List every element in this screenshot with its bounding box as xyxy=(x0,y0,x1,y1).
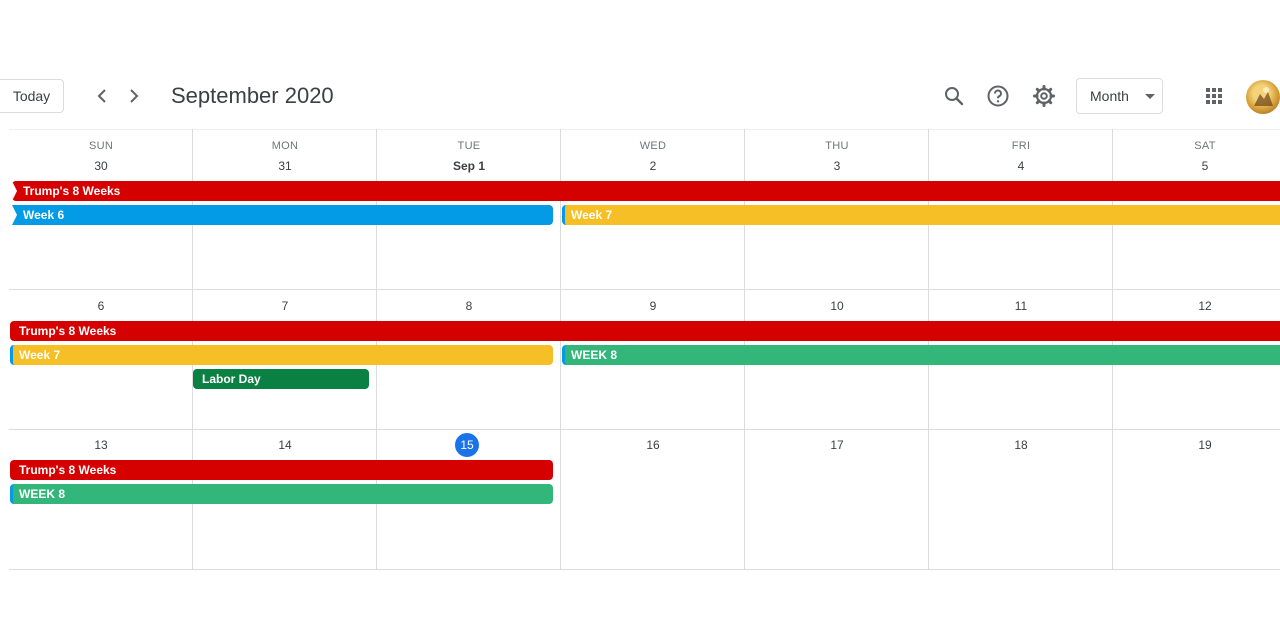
view-selector[interactable]: Month xyxy=(1076,78,1163,114)
day-number[interactable]: 4 xyxy=(929,158,1113,174)
month-title: September 2020 xyxy=(171,83,334,108)
gear-icon xyxy=(1033,85,1055,107)
day-number[interactable]: 12 xyxy=(1113,298,1280,314)
day-number[interactable]: 30 xyxy=(9,158,193,174)
event-chip[interactable]: Labor Day xyxy=(193,369,369,389)
day-number[interactable]: 9 xyxy=(561,298,745,314)
day-number[interactable]: 6 xyxy=(9,298,193,314)
day-number[interactable]: 7 xyxy=(193,298,377,314)
event-chip[interactable]: Trump's 8 Weeks xyxy=(10,460,553,480)
chevron-left-icon xyxy=(97,89,106,103)
day-number[interactable]: 18 xyxy=(929,437,1113,453)
help-icon xyxy=(987,85,1009,107)
next-month-button[interactable] xyxy=(122,84,146,108)
today-button[interactable]: Today xyxy=(0,79,64,113)
today-marker[interactable]: 15 xyxy=(455,433,479,457)
day-number[interactable]: 31 xyxy=(193,158,377,174)
avatar-image xyxy=(1254,87,1273,106)
chevron-right-icon xyxy=(130,89,139,103)
weekday-header: THU xyxy=(825,140,849,152)
weekday-header: WED xyxy=(639,140,667,152)
day-number[interactable]: 10 xyxy=(745,298,929,314)
previous-month-button[interactable] xyxy=(90,84,114,108)
account-avatar[interactable] xyxy=(1246,80,1280,114)
day-number[interactable]: 14 xyxy=(193,437,377,453)
day-number[interactable]: 5 xyxy=(1113,158,1280,174)
day-number[interactable]: 19 xyxy=(1113,437,1280,453)
weekday-header: FRI xyxy=(1011,140,1031,152)
calendar-toolbar: Today September 2020 Month xyxy=(0,0,1280,128)
month-grid: SUN MON TUE WED THU FRI SAT 30 31 Sep 1 … xyxy=(9,129,1280,570)
weekday-header: SAT xyxy=(1194,140,1216,152)
event-chip[interactable]: WEEK 8 xyxy=(562,345,1280,365)
event-chip[interactable]: Week 7 xyxy=(10,345,553,365)
event-chip[interactable]: Week 6 xyxy=(12,205,553,225)
caret-down-icon xyxy=(1145,94,1155,99)
help-button[interactable] xyxy=(982,80,1014,112)
event-chip[interactable]: Trump's 8 Weeks xyxy=(10,321,1280,341)
search-button[interactable] xyxy=(938,80,970,112)
day-number[interactable]: 8 xyxy=(377,298,561,314)
day-number[interactable]: 13 xyxy=(9,437,193,453)
settings-button[interactable] xyxy=(1028,80,1060,112)
weekday-header: MON xyxy=(271,140,299,152)
apps-grid-icon xyxy=(1206,88,1222,104)
view-selector-label: Month xyxy=(1090,88,1129,104)
apps-button[interactable] xyxy=(1198,80,1230,112)
day-number[interactable]: 16 xyxy=(561,437,745,453)
day-number[interactable]: 17 xyxy=(745,437,929,453)
weekday-header: SUN xyxy=(88,140,114,152)
weekday-header: TUE xyxy=(457,140,481,152)
search-icon xyxy=(945,87,964,106)
event-chip[interactable]: Week 7 xyxy=(562,205,1280,225)
day-number[interactable]: 3 xyxy=(745,158,929,174)
day-number[interactable]: 11 xyxy=(929,298,1113,314)
event-chip[interactable]: WEEK 8 xyxy=(10,484,553,504)
event-chip[interactable]: Trump's 8 Weeks xyxy=(12,181,1280,201)
day-number[interactable]: Sep 1 xyxy=(377,158,561,174)
day-number[interactable]: 2 xyxy=(561,158,745,174)
